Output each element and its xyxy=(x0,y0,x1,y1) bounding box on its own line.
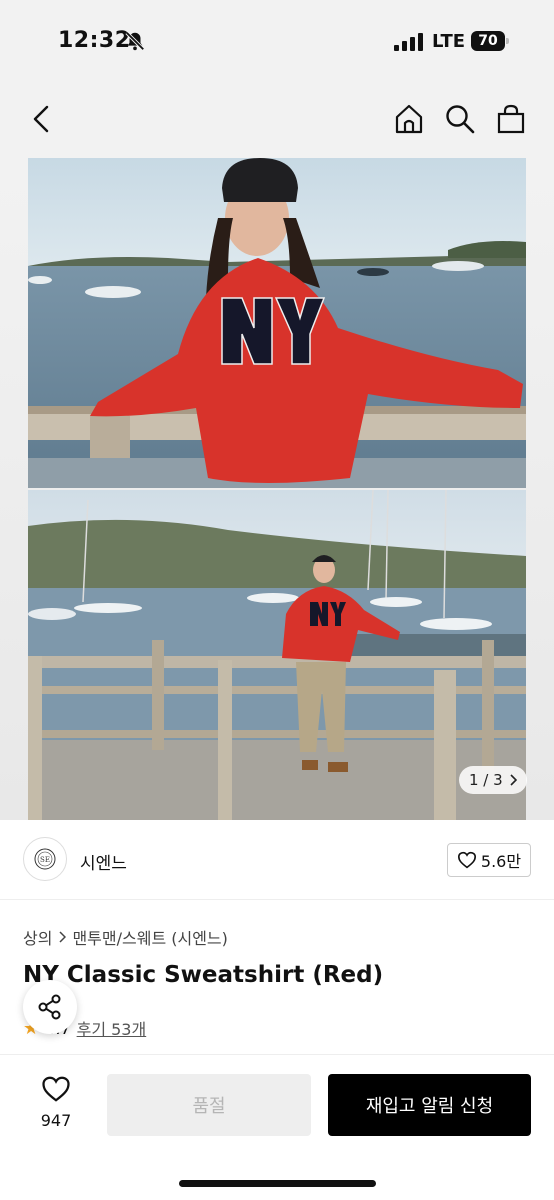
brand-like-count: 5.6만 xyxy=(480,852,522,871)
page-indicator-text: 1 / 3 xyxy=(469,771,503,789)
search-button[interactable] xyxy=(443,102,477,136)
battery-level: 70 xyxy=(478,33,498,49)
chevron-right-icon xyxy=(510,774,517,786)
bell-off-icon xyxy=(125,31,145,51)
brand-logo-icon: SE xyxy=(34,848,56,870)
status-time: 12:32 xyxy=(58,28,131,53)
svg-text:SE: SE xyxy=(40,856,50,864)
brand-row[interactable]: SE 시엔느 5.6만 xyxy=(0,820,554,900)
battery-icon: 70 xyxy=(471,31,509,51)
wish-count: 947 xyxy=(40,1111,72,1130)
home-button[interactable] xyxy=(392,102,426,136)
breadcrumb-category[interactable]: 상의 xyxy=(23,925,52,949)
review-link[interactable]: 후기 53개 xyxy=(77,1016,147,1040)
brand-logo[interactable]: SE xyxy=(23,837,67,881)
breadcrumb: 상의 맨투맨/스웨트 (시엔느) xyxy=(23,925,228,949)
product-title: NY Classic Sweatshirt (Red) xyxy=(23,962,384,988)
brand-like-button[interactable]: 5.6만 xyxy=(447,843,531,877)
wish-button[interactable]: 947 xyxy=(30,1075,82,1130)
brand-name[interactable]: 시엔느 xyxy=(80,849,127,874)
chevron-left-icon xyxy=(33,105,49,133)
heart-icon xyxy=(42,1076,70,1102)
shopping-bag-button[interactable] xyxy=(494,102,528,136)
signal-icon xyxy=(394,33,423,51)
home-icon xyxy=(395,104,423,134)
gallery-page-indicator[interactable]: 1 / 3 xyxy=(459,766,527,794)
status-bar: 12:32 LTE 70 xyxy=(0,0,554,80)
chevron-right-icon xyxy=(59,931,67,943)
network-type: LTE xyxy=(432,31,466,52)
breadcrumb-subcategory[interactable]: 맨투맨/스웨트 (시엔느) xyxy=(72,925,227,949)
share-icon xyxy=(38,994,61,1020)
shopping-bag-icon xyxy=(497,104,525,134)
search-icon xyxy=(446,105,475,134)
top-nav xyxy=(0,80,554,158)
home-indicator xyxy=(179,1180,376,1187)
bottom-action-bar: 947 품절 재입고 알림 신청 xyxy=(0,1054,554,1200)
heart-icon xyxy=(457,851,476,869)
product-photo-main[interactable] xyxy=(28,158,526,488)
share-button[interactable] xyxy=(23,980,77,1034)
back-button[interactable] xyxy=(24,102,58,136)
soldout-button: 품절 xyxy=(107,1074,311,1136)
product-photo-secondary[interactable] xyxy=(28,490,526,820)
restock-alert-button[interactable]: 재입고 알림 신청 xyxy=(328,1074,531,1136)
